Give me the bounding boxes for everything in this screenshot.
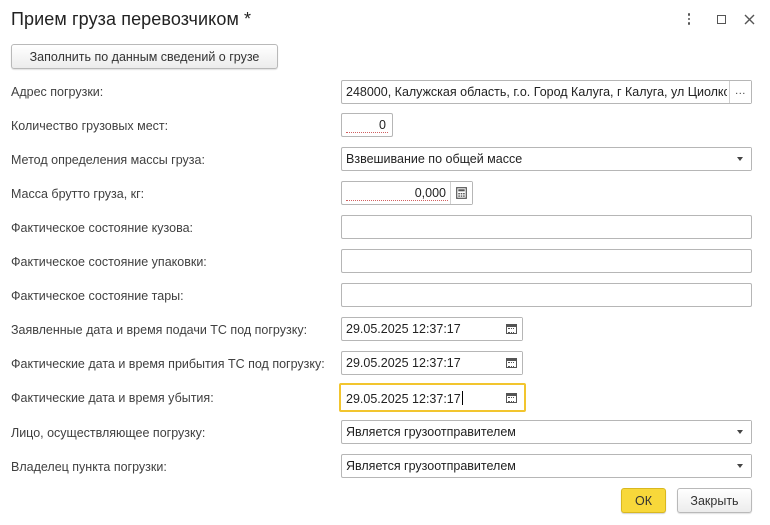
window-title: Прием груза перевозчиком * <box>11 9 252 29</box>
loading-person-label: Лицо, осуществляющее погрузку: <box>11 426 206 440</box>
calendar-icon[interactable] <box>500 387 522 409</box>
body-state-input[interactable] <box>341 215 752 239</box>
close-button[interactable]: Закрыть <box>677 488 752 513</box>
declared-datetime-label: Заявленные дата и время подачи ТС под по… <box>11 323 308 337</box>
container-state-label: Фактическое состояние тары: <box>11 289 184 303</box>
gross-mass-value: 0,000 <box>414 186 446 200</box>
maximize-icon[interactable] <box>711 9 731 29</box>
chevron-down-icon[interactable] <box>729 455 751 477</box>
fill-from-cargo-info-button[interactable]: Заполнить по данным сведений о грузе <box>11 44 278 69</box>
close-icon[interactable] <box>739 9 759 29</box>
ok-button[interactable]: ОК <box>621 488 666 513</box>
select-address-button[interactable]: ... <box>729 81 751 103</box>
body-state-label: Фактическое состояние кузова: <box>11 221 194 235</box>
departure-datetime-label: Фактические дата и время убытия: <box>11 391 214 405</box>
cargo-places-label: Количество грузовых мест: <box>11 119 169 133</box>
mass-method-select[interactable]: Взвешивание по общей массе <box>341 147 752 171</box>
loading-person-value: Является грузоотправителем <box>346 425 516 439</box>
packaging-state-input[interactable] <box>341 249 752 273</box>
point-owner-value: Является грузоотправителем <box>346 459 516 473</box>
arrival-datetime-value: 29.05.2025 12:37:17 <box>346 356 461 370</box>
cargo-places-input[interactable]: 0 <box>341 113 393 137</box>
calculator-icon[interactable] <box>450 182 472 204</box>
mass-method-label: Метод определения массы груза: <box>11 153 205 167</box>
loading-address-field[interactable]: 248000, Калужская область, г.о. Город Ка… <box>341 80 752 104</box>
calendar-icon[interactable] <box>500 318 522 340</box>
arrival-datetime-label: Фактические дата и время прибытия ТС под… <box>11 357 325 371</box>
loading-address-label: Адрес погрузки: <box>11 85 104 99</box>
gross-mass-label: Масса брутто груза, кг: <box>11 187 145 201</box>
calendar-icon[interactable] <box>500 352 522 374</box>
more-actions-icon[interactable] <box>679 9 699 29</box>
departure-datetime-input[interactable]: 29.05.2025 12:37:17 <box>339 383 526 412</box>
arrival-datetime-input[interactable]: 29.05.2025 12:37:17 <box>341 351 523 375</box>
departure-datetime-value: 29.05.2025 12:37:17 <box>346 391 463 406</box>
point-owner-select[interactable]: Является грузоотправителем <box>341 454 752 478</box>
chevron-down-icon[interactable] <box>729 148 751 170</box>
point-owner-label: Владелец пункта погрузки: <box>11 460 167 474</box>
container-state-input[interactable] <box>341 283 752 307</box>
declared-datetime-input[interactable]: 29.05.2025 12:37:17 <box>341 317 523 341</box>
gross-mass-input[interactable]: 0,000 <box>341 181 473 205</box>
declared-datetime-value: 29.05.2025 12:37:17 <box>346 322 461 336</box>
packaging-state-label: Фактическое состояние упаковки: <box>11 255 207 269</box>
loading-address-value: 248000, Калужская область, г.о. Город Ка… <box>346 85 727 99</box>
cargo-places-value: 0 <box>379 118 386 132</box>
chevron-down-icon[interactable] <box>729 421 751 443</box>
ellipsis-icon: ... <box>735 84 746 97</box>
loading-person-select[interactable]: Является грузоотправителем <box>341 420 752 444</box>
mass-method-value: Взвешивание по общей массе <box>346 152 523 166</box>
